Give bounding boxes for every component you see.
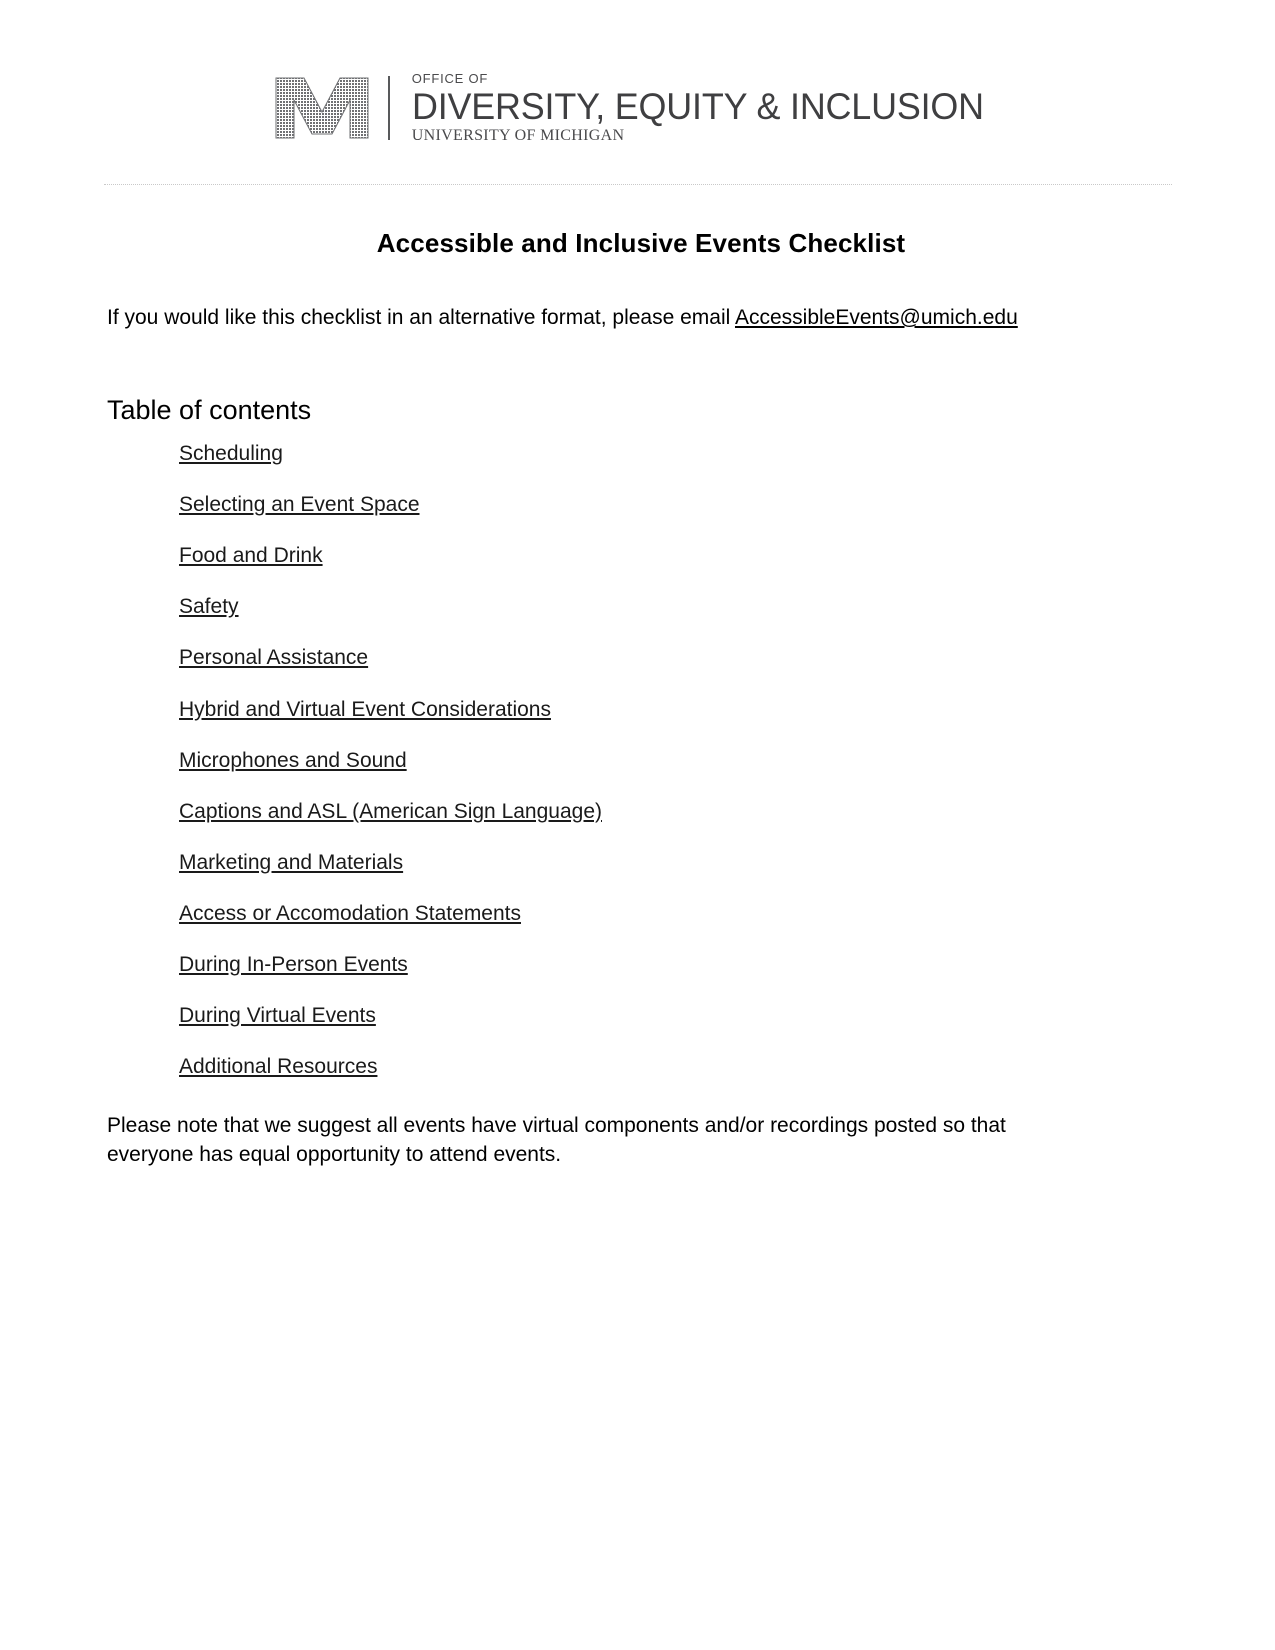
toc-link-microphones-and-sound[interactable]: Microphones and Sound [179, 749, 407, 772]
toc-link-personal-assistance[interactable]: Personal Assistance [179, 646, 368, 669]
list-item: Safety [179, 595, 1175, 618]
toc-link-additional-resources[interactable]: Additional Resources [179, 1055, 377, 1078]
list-item: Selecting an Event Space [179, 493, 1175, 516]
alternative-format-note: If you would like this checklist in an a… [107, 304, 1175, 332]
list-item: Access or Accomodation Statements [179, 902, 1175, 925]
page-title: Accessible and Inclusive Events Checklis… [376, 228, 906, 258]
document-page: OFFICE OF DIVERSITY, EQUITY & INCLUSION … [0, 0, 1275, 1650]
closing-note: Please note that we suggest all events h… [107, 1114, 1006, 1167]
accessible-events-email-link[interactable]: AccessibleEvents@umich.edu [735, 306, 1018, 329]
document-content: Accessible and Inclusive Events Checklis… [107, 228, 1175, 1170]
header-divider [104, 184, 1172, 186]
list-item: Food and Drink [179, 544, 1175, 567]
block-m-logo-icon [275, 77, 369, 139]
table-of-contents-list: Scheduling Selecting an Event Space Food… [179, 442, 1175, 1078]
toc-link-selecting-an-event-space[interactable]: Selecting an Event Space [179, 493, 420, 516]
logo-divider [387, 76, 390, 140]
logo-main-text: DIVERSITY, EQUITY & INCLUSION [411, 86, 984, 127]
umich-dei-logo: OFFICE OF DIVERSITY, EQUITY & INCLUSION … [274, 72, 1002, 144]
list-item: Additional Resources [179, 1055, 1175, 1078]
table-of-contents-heading: Table of contents [107, 394, 312, 425]
toc-link-captions-and-asl[interactable]: Captions and ASL (American Sign Language… [179, 800, 602, 823]
toc-link-scheduling[interactable]: Scheduling [179, 442, 283, 465]
alternative-format-text: If you would like this checklist in an a… [107, 306, 735, 329]
logo-sub-text: UNIVERSITY OF MICHIGAN [411, 127, 625, 144]
list-item: Captions and ASL (American Sign Language… [179, 800, 1175, 823]
toc-link-during-in-person-events[interactable]: During In-Person Events [179, 953, 408, 976]
toc-link-food-and-drink[interactable]: Food and Drink [179, 544, 323, 567]
list-item: During Virtual Events [179, 1004, 1175, 1027]
logo-eyebrow: OFFICE OF [411, 71, 489, 86]
logo-wordmark: OFFICE OF DIVERSITY, EQUITY & INCLUSION … [412, 72, 1002, 144]
list-item: Scheduling [179, 442, 1175, 465]
list-item: Microphones and Sound [179, 749, 1175, 772]
masthead: OFFICE OF DIVERSITY, EQUITY & INCLUSION … [0, 72, 1275, 144]
list-item: Personal Assistance [179, 646, 1175, 669]
toc-link-access-or-accomodation-statements[interactable]: Access or Accomodation Statements [179, 902, 521, 925]
toc-link-during-virtual-events[interactable]: During Virtual Events [179, 1004, 376, 1027]
toc-link-hybrid-and-virtual-event-considerations[interactable]: Hybrid and Virtual Event Considerations [179, 698, 551, 721]
list-item: During In-Person Events [179, 953, 1175, 976]
list-item: Hybrid and Virtual Event Considerations [179, 698, 1175, 721]
toc-link-marketing-and-materials[interactable]: Marketing and Materials [179, 851, 403, 874]
toc-link-safety[interactable]: Safety [179, 595, 239, 618]
list-item: Marketing and Materials [179, 851, 1175, 874]
